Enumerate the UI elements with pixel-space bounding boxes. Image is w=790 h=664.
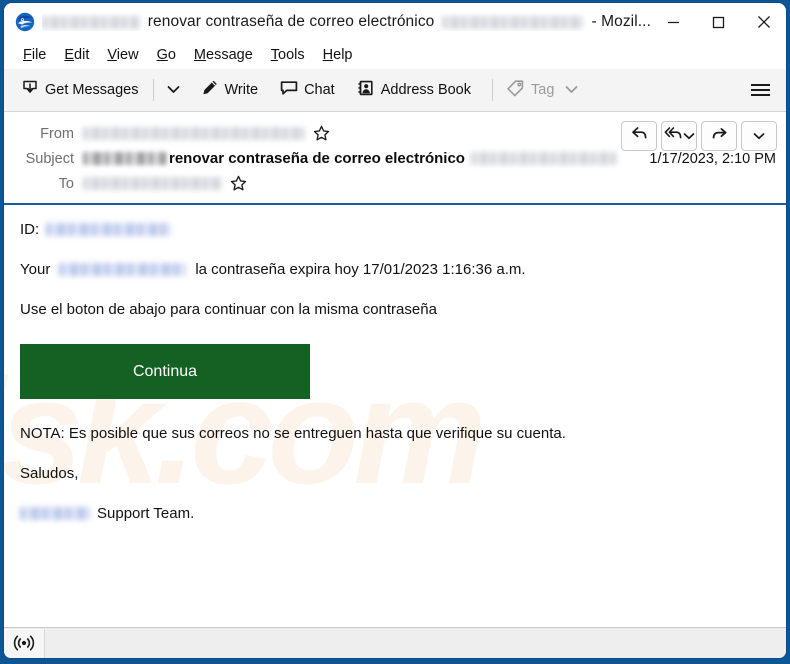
body-line-signature: Support Team.	[20, 503, 770, 525]
download-inbox-icon	[21, 79, 39, 101]
reply-button[interactable]	[621, 121, 657, 151]
maximize-button[interactable]	[696, 3, 741, 41]
to-row: To	[4, 171, 786, 196]
forward-button[interactable]	[701, 121, 737, 151]
hamburger-icon-bar	[751, 89, 770, 91]
to-star-icon[interactable]	[230, 175, 247, 192]
subject-text: renovar contraseña de correo electrónico	[169, 150, 465, 167]
close-button[interactable]	[741, 3, 786, 41]
get-messages-dropdown[interactable]	[161, 75, 186, 105]
subject-suffix-redaction	[470, 152, 617, 165]
instruction-text: Use el boton de abajo para continuar con…	[20, 300, 437, 318]
tag-icon	[507, 79, 525, 101]
body-line-note: NOTA: Es posible que sus correos no se e…	[20, 423, 770, 445]
chat-label: Chat	[304, 82, 335, 98]
get-messages-button[interactable]: Get Messages	[14, 74, 146, 106]
window-title-text: renovar contraseña de correo electrónico	[147, 13, 435, 30]
greeting-text: Saludos,	[20, 465, 79, 482]
get-messages-label: Get Messages	[45, 82, 139, 98]
from-star-icon[interactable]	[313, 125, 330, 142]
message-action-buttons	[621, 121, 777, 151]
title-bar: renovar contraseña de correo electrónico…	[4, 3, 786, 41]
signature-redaction	[20, 507, 90, 521]
window-title-suffix: - Mozil...	[591, 13, 651, 30]
chevron-down-icon	[167, 81, 180, 99]
email-body-content: ID: Your la contraseña expira hoy 17/01/…	[20, 219, 770, 525]
menu-edit[interactable]: Edit	[55, 45, 98, 65]
pencil-icon	[201, 79, 219, 101]
signature-suffix: Support Team.	[97, 504, 195, 522]
id-label: ID:	[20, 221, 40, 238]
hamburger-icon-bar	[751, 84, 770, 86]
chat-button[interactable]: Chat	[273, 74, 342, 106]
body-line-id: ID:	[20, 219, 770, 241]
hamburger-icon-bar	[751, 94, 770, 96]
app-menu-button[interactable]	[747, 78, 774, 102]
title-redaction-sender	[42, 15, 140, 29]
minimize-button[interactable]	[651, 3, 696, 41]
from-label: From	[40, 125, 74, 142]
address-book-icon	[357, 79, 375, 101]
continua-button[interactable]: Continua	[20, 344, 310, 400]
menu-go[interactable]: Go	[148, 45, 185, 65]
expiry-suffix: la contraseña expira hoy 17/01/2023 1:16…	[195, 260, 526, 278]
body-line-greeting: Saludos,	[20, 463, 770, 485]
thunderbird-window: renovar contraseña de correo electrónico…	[4, 3, 786, 658]
body-line-expiry: Your la contraseña expira hoy 17/01/2023…	[20, 259, 770, 281]
reply-all-button[interactable]	[662, 123, 696, 149]
tag-label: Tag	[531, 82, 555, 98]
forward-icon	[711, 126, 728, 146]
to-value[interactable]	[83, 175, 776, 192]
menu-file[interactable]: File	[14, 45, 55, 65]
window-controls	[651, 3, 786, 41]
subject-value: renovar contraseña de correo electrónico	[83, 150, 639, 167]
write-label: Write	[224, 82, 259, 98]
message-date: 1/17/2023, 2:10 PM	[649, 150, 776, 167]
chevron-down-icon	[753, 127, 765, 145]
reply-all-icon	[664, 126, 683, 146]
toolbar-divider-1	[152, 79, 154, 101]
body-line-instruction: Use el boton de abajo para continuar con…	[20, 299, 770, 321]
reply-icon	[631, 126, 648, 146]
broadcast-online-icon[interactable]	[4, 628, 45, 658]
to-redaction	[83, 177, 222, 190]
note-text: NOTA: Es posible que sus correos no se e…	[20, 425, 566, 443]
to-label: To	[58, 175, 74, 192]
id-redaction	[46, 223, 172, 237]
address-book-label: Address Book	[380, 82, 471, 98]
address-book-button[interactable]: Address Book	[350, 74, 478, 106]
reply-all-split-button	[661, 121, 697, 151]
subject-prefix-redaction	[83, 152, 167, 165]
menu-message[interactable]: Message	[185, 45, 262, 65]
chevron-down-icon	[683, 127, 695, 144]
reply-all-dropdown[interactable]	[683, 127, 695, 145]
tag-button[interactable]: Tag	[500, 74, 585, 106]
menu-view[interactable]: View	[98, 45, 147, 65]
message-body-pane: // isk.com ID: Your la contraseña expira…	[4, 205, 786, 627]
window-title: renovar contraseña de correo electrónico…	[42, 13, 651, 31]
from-redaction	[83, 127, 305, 140]
toolbar-divider-2	[492, 79, 493, 101]
chevron-down-icon	[565, 82, 578, 98]
main-toolbar: Get Messages Write Chat Address Book Tag	[4, 69, 786, 112]
more-actions-button[interactable]	[741, 121, 777, 151]
message-header-pane: From Subject renovar contraseña de corre…	[4, 112, 786, 205]
menu-tools[interactable]: Tools	[262, 45, 314, 65]
thunderbird-icon	[15, 12, 35, 32]
title-redaction-domain	[442, 15, 584, 29]
expiry-prefix: Your	[20, 260, 51, 278]
subject-label: Subject	[25, 150, 74, 167]
write-button[interactable]: Write	[194, 74, 266, 106]
status-bar	[4, 627, 786, 658]
expiry-redaction	[59, 263, 187, 277]
speech-bubble-icon	[280, 79, 298, 101]
menu-bar: File Edit View Go Message Tools Help	[4, 41, 786, 69]
menu-help[interactable]: Help	[314, 45, 362, 65]
